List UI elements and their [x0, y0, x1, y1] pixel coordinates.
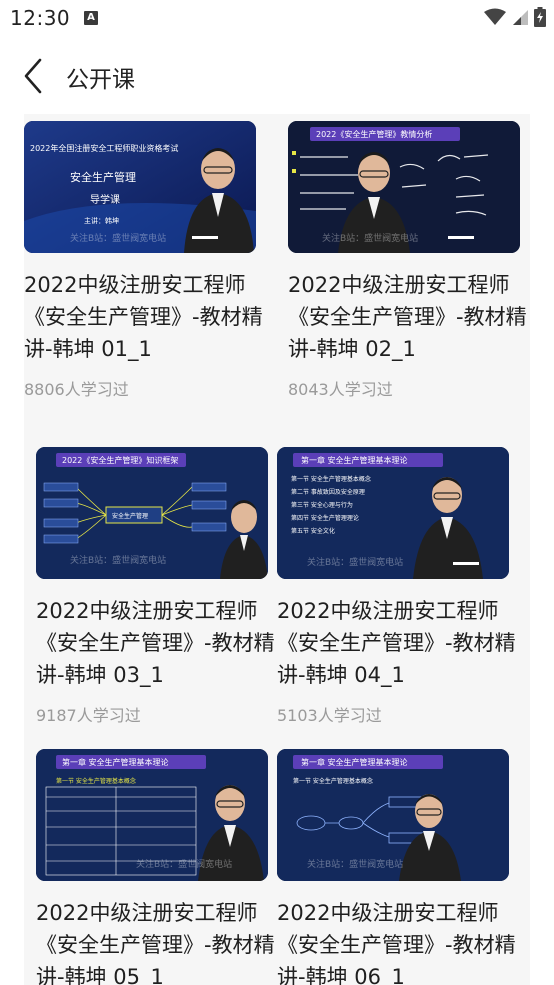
thumb-heading: 第一章 安全生产管理基本理论: [62, 757, 169, 767]
thumb-heading: 第一章 安全生产管理基本理论: [301, 455, 408, 465]
course-thumbnail: 第一章 安全生产管理基本理论 第一节 安全生产管理基本概念 关注B站：盛世阀宽电…: [36, 749, 268, 881]
learner-count: 5103人学习过: [277, 706, 382, 725]
thumb-watermark: 关注B站：盛世阀宽电站: [307, 858, 403, 870]
thumb-watermark: 关注B站：盛世阀宽电站: [322, 232, 418, 244]
thumb-watermark: 关注B站：盛世阀宽电站: [70, 554, 166, 566]
app-notification-icon: A: [84, 11, 98, 25]
thumb-watermark: 关注B站：盛世阀宽电站: [307, 556, 403, 568]
thumb-watermark: 关注B站：盛世阀宽电站: [136, 858, 232, 870]
course-title: 2022中级注册安工程师《安全生产管理》-教材精讲-韩坤 01_1: [24, 273, 263, 361]
status-bar: 12:30 A: [0, 0, 554, 38]
learner-count: 8806人学习过: [24, 380, 129, 399]
thumb-heading: 2022《安全生产管理》知识框架: [62, 455, 178, 465]
thumb-list-item: 第二节 事故致因及安全原理: [291, 488, 365, 496]
signal-icon: [513, 10, 528, 25]
page-title: 公开课: [66, 67, 135, 93]
course-thumbnail: 2022《安全生产管理》知识框架 安全生产管理 关注B站：盛世阀宽电站: [36, 447, 268, 579]
status-icons: [484, 7, 546, 27]
thumb-heading: 2022年全国注册安全工程师职业资格考试: [30, 143, 178, 153]
thumb-list-item: 第四节 安全生产管理理论: [291, 514, 359, 522]
thumb-heading: 第一章 安全生产管理基本理论: [301, 757, 408, 767]
app-header: 公开课: [0, 40, 554, 114]
course-thumbnail: 第一章 安全生产管理基本理论 第一节 安全生产管理基本概念 关注B站：盛世阀宽电…: [277, 749, 509, 881]
course-grid: 2022年全国注册安全工程师职业资格考试 安全生产管理 导学课 主讲：韩坤 关注…: [24, 114, 530, 985]
status-time: 12:30: [10, 6, 71, 30]
course-title: 2022中级注册安工程师《安全生产管理》-教材精讲-韩坤 02_1: [288, 273, 527, 361]
course-thumbnail: 2022年全国注册安全工程师职业资格考试 安全生产管理 导学课 主讲：韩坤 关注…: [24, 121, 256, 253]
thumb-list-item: 第三节 安全心理与行为: [291, 501, 353, 509]
course-title: 2022中级注册安工程师《安全生产管理》-教材精讲-韩坤 05_1: [36, 901, 275, 985]
thumb-line: 安全生产管理: [70, 170, 136, 184]
thumb-line: 主讲：韩坤: [84, 216, 119, 225]
thumb-center: 安全生产管理: [112, 512, 148, 520]
thumb-sub: 第一节 安全生产管理基本概念: [293, 777, 373, 785]
learner-count: 8043人学习过: [288, 380, 393, 399]
thumb-list-item: 第一节 安全生产管理基本概念: [291, 475, 371, 483]
course-title: 2022中级注册安工程师《安全生产管理》-教材精讲-韩坤 04_1: [277, 599, 516, 687]
course-title: 2022中级注册安工程师《安全生产管理》-教材精讲-韩坤 06_1: [277, 901, 516, 985]
battery-icon: [534, 7, 546, 27]
chevron-left-icon: [24, 58, 42, 94]
back-button[interactable]: [18, 56, 50, 96]
learner-count: 9187人学习过: [36, 706, 141, 725]
course-thumbnail: 2022《安全生产管理》教情分析 关注B站：盛世阀宽电站: [288, 121, 520, 253]
thumb-list-item: 第五节 安全文化: [291, 527, 335, 535]
thumb-sub: 第一节 安全生产管理基本概念: [56, 777, 136, 785]
thumb-line: 导学课: [90, 193, 120, 206]
thumb-watermark: 关注B站：盛世阀宽电站: [70, 232, 166, 244]
course-title: 2022中级注册安工程师《安全生产管理》-教材精讲-韩坤 03_1: [36, 599, 275, 687]
wifi-icon: [484, 8, 506, 25]
thumb-heading: 2022《安全生产管理》教情分析: [316, 129, 432, 139]
course-thumbnail: 第一章 安全生产管理基本理论 第一节 安全生产管理基本概念 第二节 事故致因及安…: [277, 447, 509, 579]
